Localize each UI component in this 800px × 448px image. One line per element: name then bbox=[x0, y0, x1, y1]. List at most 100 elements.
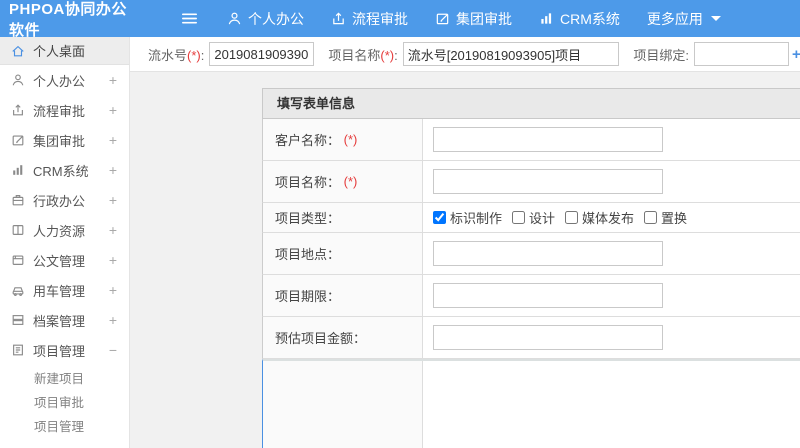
form-row-project-budget: 预估项目金额： bbox=[262, 317, 800, 359]
sidebar-item-label: 流程审批 bbox=[33, 103, 86, 119]
edit-icon bbox=[12, 135, 24, 146]
project-bind-input[interactable] bbox=[694, 42, 789, 66]
serial-number-input[interactable] bbox=[209, 42, 315, 66]
sidebar-item-hr[interactable]: 人力资源 + bbox=[0, 215, 129, 245]
sidebar-item-admin-office[interactable]: 行政办公 + bbox=[0, 185, 129, 215]
expand-icon[interactable]: + bbox=[109, 283, 117, 297]
checkbox-design[interactable] bbox=[512, 211, 526, 224]
nav-label: 更多应用 bbox=[646, 10, 703, 27]
chart-icon bbox=[539, 11, 554, 26]
archive-icon bbox=[12, 315, 24, 325]
book-icon bbox=[12, 225, 24, 235]
sidebar-item-crm[interactable]: CRM系统 + bbox=[0, 155, 129, 185]
expand-icon[interactable]: + bbox=[109, 163, 117, 177]
project-name-field[interactable] bbox=[433, 169, 663, 194]
form-panel-title: 填写表单信息 bbox=[262, 89, 800, 119]
home-icon bbox=[12, 45, 24, 56]
checkbox-label[interactable]: 标识制作 bbox=[450, 208, 502, 227]
sidebar: 个人桌面 个人办公 + 流程审批 + 集团审批 + CRM系统 + 行政办公 + bbox=[0, 37, 130, 448]
expand-icon[interactable]: + bbox=[109, 133, 117, 147]
sidebar-item-projects[interactable]: 项目管理 − bbox=[0, 335, 129, 365]
sidebar-item-label: 公文管理 bbox=[33, 253, 86, 269]
main-content: 流水号(*): 项目名称(*): 项目绑定: + 填写表单信息 客户名称： (*… bbox=[130, 37, 800, 448]
app-logo: PHPOA协同办公软件 bbox=[9, 0, 127, 39]
collapse-icon[interactable]: − bbox=[109, 343, 117, 357]
nav-label: 流程审批 bbox=[352, 10, 408, 27]
checkbox-label[interactable]: 设计 bbox=[529, 208, 555, 227]
sidebar-item-desktop[interactable]: 个人桌面 bbox=[0, 37, 129, 65]
sidebar-item-archives[interactable]: 档案管理 + bbox=[0, 305, 129, 335]
project-location-input[interactable] bbox=[433, 241, 663, 266]
expand-icon[interactable]: + bbox=[109, 253, 117, 267]
form-panel: 填写表单信息 客户名称： (*) 项目名称： (*) 项目类型： 标识制作 设计… bbox=[262, 88, 800, 448]
user-icon bbox=[12, 74, 24, 86]
project-type-options: 标识制作 设计 媒体发布 置换 bbox=[433, 208, 693, 227]
checkbox-sign-making[interactable] bbox=[433, 211, 446, 224]
sidebar-item-documents[interactable]: 公文管理 + bbox=[0, 245, 129, 275]
expand-icon[interactable]: + bbox=[109, 313, 117, 327]
nav-personal-office[interactable]: 个人办公 bbox=[227, 9, 304, 29]
field-label: 项目期限： bbox=[263, 275, 423, 316]
project-bind-group: 项目绑定: + bbox=[633, 42, 800, 66]
nav-group-approval[interactable]: 集团审批 bbox=[435, 9, 512, 29]
nav-label: 个人办公 bbox=[248, 10, 304, 27]
edit-icon bbox=[435, 11, 450, 26]
expand-icon[interactable]: + bbox=[109, 193, 117, 207]
form-row-project-name: 项目名称： (*) bbox=[262, 161, 800, 203]
chart-icon bbox=[13, 165, 23, 175]
field-label: 预估项目金额： bbox=[263, 317, 423, 358]
checkbox-exchange[interactable] bbox=[644, 211, 658, 224]
sidebar-item-label: 用车管理 bbox=[33, 283, 86, 299]
briefcase-icon bbox=[12, 195, 24, 206]
nav-more-apps[interactable]: 更多应用 bbox=[647, 9, 721, 29]
sidebar-item-process-approval[interactable]: 流程审批 + bbox=[0, 95, 129, 125]
form-row-project-type: 项目类型： 标识制作 设计 媒体发布 置换 bbox=[262, 203, 800, 233]
expand-icon[interactable]: + bbox=[109, 73, 117, 87]
project-budget-input[interactable] bbox=[433, 325, 663, 350]
project-duration-input[interactable] bbox=[433, 283, 663, 308]
required-marker: (*) bbox=[187, 47, 201, 63]
car-icon bbox=[12, 287, 24, 296]
sidebar-item-personal-office[interactable]: 个人办公 + bbox=[0, 65, 129, 95]
form-row-project-duration: 项目期限： bbox=[262, 275, 800, 317]
field-label: 项目名称： (*) bbox=[263, 161, 423, 202]
customer-name-input[interactable] bbox=[433, 127, 663, 152]
required-marker: (*) bbox=[380, 47, 395, 63]
process-icon bbox=[13, 104, 23, 116]
project-icon bbox=[13, 344, 23, 356]
sidebar-item-label: 集团审批 bbox=[33, 133, 86, 149]
required-marker: (*) bbox=[343, 132, 358, 147]
sidebar-item-label: 档案管理 bbox=[33, 313, 86, 329]
checkbox-label[interactable]: 媒体发布 bbox=[582, 208, 634, 227]
sidebar-subitem-project-approval[interactable]: 项目审批 bbox=[0, 389, 129, 413]
sidebar-subitem-new-project[interactable]: 新建项目 bbox=[0, 365, 129, 389]
expand-icon[interactable]: + bbox=[109, 223, 117, 237]
form-row-preliminary-opinion: 前期接洽甲方意见： bbox=[262, 359, 800, 448]
nav-label: 集团审批 bbox=[456, 10, 512, 27]
nav-crm-system[interactable]: CRM系统 bbox=[539, 9, 620, 29]
sidebar-item-group-approval[interactable]: 集团审批 + bbox=[0, 125, 129, 155]
field-label: 前期接洽甲方意见： bbox=[263, 361, 423, 448]
nav-process-approval[interactable]: 流程审批 bbox=[331, 9, 408, 29]
expand-icon[interactable]: + bbox=[109, 103, 117, 117]
menu-toggle-button[interactable] bbox=[182, 11, 197, 26]
sidebar-item-vehicles[interactable]: 用车管理 + bbox=[0, 275, 129, 305]
sidebar-item-label: 项目管理 bbox=[33, 343, 86, 359]
add-bind-button[interactable]: + bbox=[792, 46, 800, 63]
field-label: 项目类型： bbox=[263, 203, 423, 232]
document-icon bbox=[12, 255, 24, 265]
field-label: 客户名称： (*) bbox=[263, 119, 423, 160]
nav-label: CRM系统 bbox=[560, 10, 620, 27]
preliminary-opinion-textarea[interactable] bbox=[423, 361, 800, 448]
sidebar-item-label: CRM系统 bbox=[33, 163, 89, 179]
process-icon bbox=[331, 11, 346, 26]
caret-down-icon bbox=[710, 16, 721, 21]
form-row-customer-name: 客户名称： (*) bbox=[262, 119, 800, 161]
checkbox-label[interactable]: 置换 bbox=[661, 208, 687, 227]
hamburger-icon bbox=[182, 11, 197, 26]
topbar: PHPOA协同办公软件 个人办公 流程审批 集团审批 CRM系统 更多应用 bbox=[0, 0, 800, 39]
project-bind-label: 项目绑定: bbox=[633, 47, 689, 63]
project-name-input[interactable] bbox=[402, 42, 620, 66]
checkbox-media-release[interactable] bbox=[565, 211, 579, 224]
sidebar-subitem-project-manage[interactable]: 项目管理 bbox=[0, 413, 129, 437]
